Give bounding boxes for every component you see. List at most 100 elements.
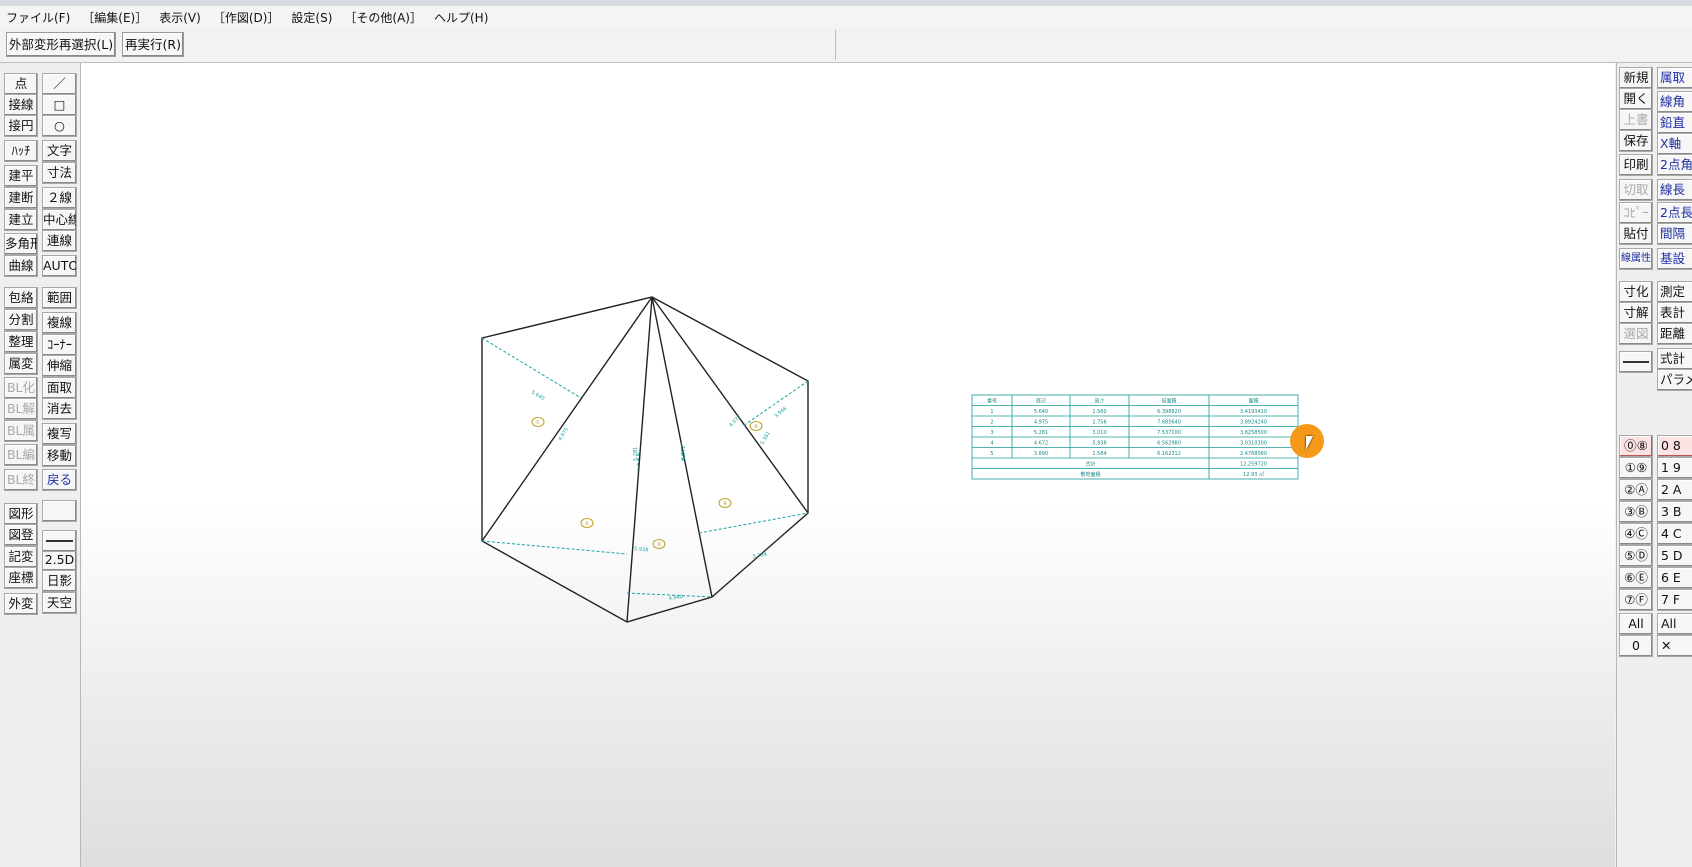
left-tool2-19[interactable]: 2.5D: [42, 549, 77, 571]
right-tool-0[interactable]: 新規: [1619, 67, 1653, 89]
left-tool2-5[interactable]: ２線: [42, 187, 77, 209]
right-tool-1[interactable]: 開く: [1619, 88, 1653, 110]
menu-item-2[interactable]: 表示(V): [153, 9, 207, 26]
right-tool2-12[interactable]: 式計: [1657, 348, 1692, 370]
left-tool2-10[interactable]: 複線: [42, 312, 77, 334]
layer-button-8[interactable]: All: [1657, 613, 1692, 635]
left-tool-12[interactable]: 属変: [4, 353, 38, 375]
layer-group-button-1[interactable]: ①⑨: [1619, 457, 1653, 479]
layer-group-button-6[interactable]: ⑥Ⓔ: [1619, 567, 1653, 589]
menu-item-0[interactable]: ファイル(F): [0, 9, 76, 26]
left-tool2-15[interactable]: 複写: [42, 423, 77, 445]
left-tool2-18[interactable]: [42, 500, 77, 522]
left-tool2-13[interactable]: 面取: [42, 377, 77, 399]
right-tool-4[interactable]: 印刷: [1619, 154, 1653, 176]
left-tool2-3[interactable]: 文字: [42, 140, 77, 162]
left-tool2-6[interactable]: 中心線: [42, 209, 77, 231]
layer-button-3[interactable]: 3 B: [1657, 501, 1692, 523]
left-tool-20[interactable]: 記変: [4, 546, 38, 568]
layer-group-button-4[interactable]: ④Ⓒ: [1619, 523, 1653, 545]
menu-item-5[interactable]: ［その他(A)］: [338, 9, 428, 26]
left-tool2-20[interactable]: 日影: [42, 570, 77, 592]
right-tool2-5[interactable]: 線長: [1657, 179, 1692, 201]
layer-group-button-3[interactable]: ③Ⓑ: [1619, 501, 1653, 523]
left-tool2-8[interactable]: AUTO: [42, 255, 77, 277]
left-tool-18[interactable]: 図形: [4, 503, 38, 525]
left-tool2-17[interactable]: 戻る: [42, 469, 77, 491]
menu-item-1[interactable]: ［編集(E)］: [76, 9, 153, 26]
layer-button-2[interactable]: 2 A: [1657, 479, 1692, 501]
right-tool2-9[interactable]: 測定: [1657, 281, 1692, 303]
line-type-swatch[interactable]: [1619, 351, 1653, 373]
right-tool-9[interactable]: 寸化: [1619, 281, 1653, 303]
layer-button-5[interactable]: 5 D: [1657, 545, 1692, 567]
layer-group-button-8[interactable]: All: [1619, 613, 1653, 635]
right-tool-6[interactable]: ｺﾋﾟｰ: [1619, 202, 1653, 224]
left-tool-3[interactable]: ﾊｯﾁ: [4, 140, 38, 162]
left-tool-9[interactable]: 包絡: [4, 287, 38, 309]
layer-group-button-2[interactable]: ②Ⓐ: [1619, 479, 1653, 501]
right-tool2-6[interactable]: 2点長: [1657, 202, 1692, 224]
left-tool-21[interactable]: 座標: [4, 567, 38, 589]
left-tool2-2[interactable]: ○: [42, 115, 77, 137]
reselect-external-transform-button[interactable]: 外部変形再選択(L): [6, 32, 116, 57]
left-tool-13[interactable]: BL化: [4, 377, 38, 399]
left-tool-6[interactable]: 建立: [4, 209, 38, 231]
left-tool2-0[interactable]: ／: [42, 73, 77, 95]
left-tool-14[interactable]: BL解: [4, 398, 38, 420]
layer-button-6[interactable]: 6 E: [1657, 567, 1692, 589]
left-tool-1[interactable]: 接線: [4, 94, 38, 116]
right-tool2-7[interactable]: 間隔: [1657, 223, 1692, 245]
right-tool2-8[interactable]: 基設: [1657, 248, 1692, 270]
right-tool-2[interactable]: 上書: [1619, 109, 1653, 131]
left-tool-2[interactable]: 接円: [4, 115, 38, 137]
right-tool-3[interactable]: 保存: [1619, 130, 1653, 152]
layer-group-button-9[interactable]: 0: [1619, 635, 1653, 657]
left-tool-5[interactable]: 建断: [4, 187, 38, 209]
right-tool2-13[interactable]: パラメ: [1657, 369, 1692, 391]
right-tool-10[interactable]: 寸解: [1619, 302, 1653, 324]
menu-item-4[interactable]: 設定(S): [285, 9, 338, 26]
layer-group-button-7[interactable]: ⑦Ⓕ: [1619, 589, 1653, 611]
right-tool2-2[interactable]: 鉛直: [1657, 112, 1692, 134]
left-tool2-11[interactable]: ｺｰﾅｰ: [42, 334, 77, 356]
layer-button-7[interactable]: 7 F: [1657, 589, 1692, 611]
right-tool-7[interactable]: 貼付: [1619, 223, 1653, 245]
left-tool2-7[interactable]: 連線: [42, 230, 77, 252]
rerun-button[interactable]: 再実行(R): [122, 32, 184, 57]
left-tool2-14[interactable]: 消去: [42, 398, 77, 420]
layer-group-button-0[interactable]: ⓪⑧: [1619, 435, 1653, 457]
left-tool-7[interactable]: 多角形: [4, 233, 38, 255]
left-tool-8[interactable]: 曲線: [4, 255, 38, 277]
right-tool2-1[interactable]: 線角: [1657, 91, 1692, 113]
left-tool-19[interactable]: 図登: [4, 524, 38, 546]
left-tool2-4[interactable]: 寸法: [42, 162, 77, 184]
left-tool-0[interactable]: 点: [4, 73, 38, 95]
left-tool-4[interactable]: 建平: [4, 165, 38, 187]
left-tool-15[interactable]: BL属: [4, 420, 38, 442]
menu-item-6[interactable]: ヘルプ(H): [428, 9, 494, 26]
right-tool-11[interactable]: 選図: [1619, 323, 1653, 345]
left-tool2-12[interactable]: 伸縮: [42, 355, 77, 377]
left-tool2-16[interactable]: 移動: [42, 445, 77, 467]
layer-button-4[interactable]: 4 C: [1657, 523, 1692, 545]
left-tool-11[interactable]: 整理: [4, 331, 38, 353]
drawing-canvas[interactable]: ① ② ③ ④ ⑤ 5.640 4.975 5.281 6.672 5.938 4.940 5.18…: [81, 63, 1615, 867]
right-tool2-11[interactable]: 距離: [1657, 323, 1692, 345]
layer-button-9[interactable]: ✕: [1657, 635, 1692, 657]
right-tool-5[interactable]: 切取: [1619, 179, 1653, 201]
menu-item-3[interactable]: ［作図(D)］: [207, 9, 286, 26]
right-tool2-10[interactable]: 表計: [1657, 302, 1692, 324]
left-line-swatch[interactable]: [42, 530, 77, 552]
left-tool2-9[interactable]: 範囲: [42, 287, 77, 309]
left-tool-10[interactable]: 分割: [4, 309, 38, 331]
left-tool-17[interactable]: BL終: [4, 469, 38, 491]
left-tool2-1[interactable]: □: [42, 94, 77, 116]
left-tool-22[interactable]: 外変: [4, 593, 38, 615]
layer-group-button-5[interactable]: ⑤Ⓓ: [1619, 545, 1653, 567]
layer-button-1[interactable]: 1 9: [1657, 457, 1692, 479]
left-tool2-21[interactable]: 天空: [42, 592, 77, 614]
right-tool2-4[interactable]: 2点角: [1657, 154, 1692, 176]
right-tool2-3[interactable]: X軸: [1657, 133, 1692, 155]
layer-button-0[interactable]: 0 8: [1657, 435, 1692, 457]
